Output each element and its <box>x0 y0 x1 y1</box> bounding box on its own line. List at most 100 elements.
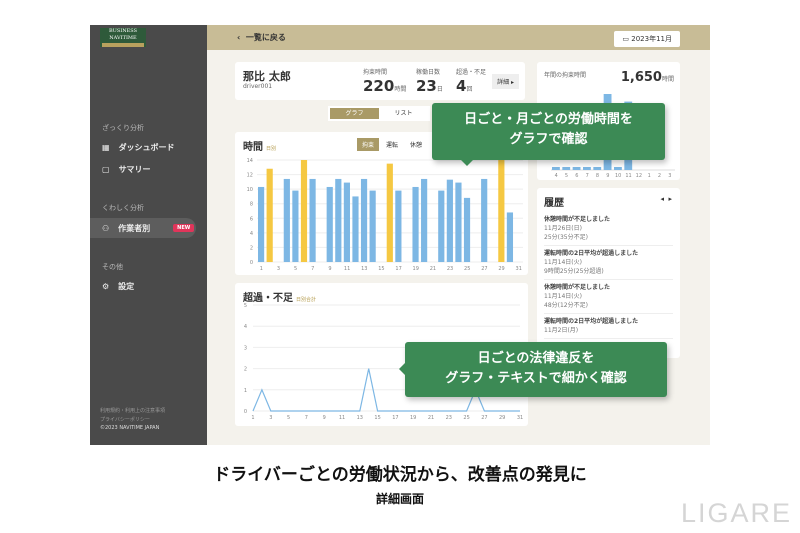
x-tick-label: 13 <box>361 266 367 272</box>
x-tick-label: 17 <box>395 266 401 272</box>
x-tick-label: 12 <box>636 173 642 179</box>
bar-day-22 <box>438 190 445 262</box>
bar-day-24 <box>455 182 462 262</box>
bar-day-12 <box>352 196 359 262</box>
sidebar: BUSINESS NAVITIME ざっくり分析 ▦ ダッシュボード ▢ サマリー … <box>90 25 207 445</box>
bar-day-1 <box>258 186 265 262</box>
y-tick-label: 5 <box>244 303 247 309</box>
x-tick-label: 29 <box>498 266 504 272</box>
y-tick-label: 1 <box>244 388 247 394</box>
bar-month-8 <box>593 167 602 170</box>
stat-value: 220 <box>363 77 395 95</box>
history-title: 履歴 <box>544 198 564 209</box>
x-tick-label: 1 <box>260 266 263 272</box>
bar-day-29 <box>498 160 505 262</box>
date-label: 2023年11月 <box>631 35 672 43</box>
x-tick-label: 27 <box>481 415 487 421</box>
x-tick-label: 5 <box>294 266 297 272</box>
callout-line: グラフ・テキストで細かく確認 <box>445 371 627 386</box>
tab-list[interactable]: リスト <box>379 108 428 119</box>
gear-icon: ⚙ <box>102 281 110 291</box>
bar-day-30 <box>506 212 514 262</box>
bar-day-7 <box>309 178 316 262</box>
bar-month-7 <box>583 167 591 170</box>
section-label: その他 <box>102 263 123 271</box>
tab-graph[interactable]: グラフ <box>330 108 379 119</box>
bar-day-20 <box>421 178 428 262</box>
x-tick-label: 9 <box>328 266 331 272</box>
caption-main: ドライバーごとの労働状況から、改善点の発見に <box>213 465 587 485</box>
bar-day-16 <box>386 163 393 262</box>
next-icon[interactable]: ▸ <box>668 195 672 203</box>
history-pager: ◂ ▸ <box>661 195 672 203</box>
history-item[interactable]: 休憩時間が不足しました 11月26日(日) 25分(35分不足) <box>544 212 673 246</box>
y-tick-label: 2 <box>244 367 247 373</box>
stat-unit: 回 <box>466 86 473 93</box>
back-link[interactable]: ‹ 一覧に戻る <box>237 32 286 43</box>
x-tick-label: 3 <box>277 266 280 272</box>
history-item[interactable]: 休憩時間が不足しました 11月14日(火) 48分(12分不足) <box>544 280 673 314</box>
callout-line: 日ごと・月ごとの労働時間を <box>464 112 633 127</box>
bar-month-4 <box>552 167 560 170</box>
x-tick-label: 19 <box>410 415 416 421</box>
history-item-date: 11月26日(日) <box>544 225 582 232</box>
x-tick-label: 31 <box>516 266 522 272</box>
bar-day-6 <box>300 160 308 262</box>
bar-day-9 <box>326 186 333 262</box>
sidebar-item-summary[interactable]: ▢ サマリー <box>90 159 196 179</box>
driver-name: 那比 太郎 <box>243 70 291 83</box>
history-item-date: 11月14日(火) <box>544 293 582 300</box>
stat-label: 拘束時間 <box>363 69 388 76</box>
x-tick-label: 3 <box>668 173 671 179</box>
bar-day-27 <box>481 178 488 262</box>
bar-day-2 <box>266 168 273 262</box>
stat-0: 拘束時間 220時間 <box>363 67 406 95</box>
x-tick-label: 29 <box>499 415 505 421</box>
x-tick-label: 17 <box>392 415 398 421</box>
history-item[interactable]: 運転時間の2日平均が超過しました 11月14日(火) 9時間25分(25分超過) <box>544 246 673 280</box>
label: 作業者別 <box>118 223 151 233</box>
label: ダッシュボード <box>118 142 175 152</box>
x-tick-label: 3 <box>269 415 272 421</box>
stat-unit: 時間 <box>394 86 407 93</box>
y-tick-label: 0 <box>250 260 253 266</box>
x-tick-label: 21 <box>428 415 434 421</box>
bar-month-5 <box>562 167 571 170</box>
x-tick-label: 25 <box>464 266 470 272</box>
bar-day-13 <box>360 178 368 262</box>
y-tick-label: 4 <box>250 231 253 237</box>
x-tick-label: 13 <box>357 415 363 421</box>
x-tick-label: 7 <box>311 266 314 272</box>
privacy-link[interactable]: プライバシーポリシー <box>100 416 150 423</box>
y-tick-label: 0 <box>244 409 247 415</box>
back-label: 一覧に戻る <box>245 33 286 42</box>
x-tick-label: 8 <box>596 173 599 179</box>
header-bar: ‹ 一覧に戻る ▭ 2023年11月 <box>207 25 710 50</box>
detail-button[interactable]: 詳細 ▸ <box>492 74 519 89</box>
x-tick-label: 5 <box>287 415 290 421</box>
bar-day-25 <box>463 197 471 262</box>
prev-icon[interactable]: ◂ <box>661 195 665 203</box>
stat-label: 超過・不足 <box>456 69 487 76</box>
bar-day-11 <box>343 182 350 262</box>
callout-line: 日ごとの法律違反を <box>477 351 595 366</box>
y-tick-label: 4 <box>244 324 247 330</box>
y-tick-label: 12 <box>247 173 253 179</box>
history-item[interactable]: 運転時間の2日平均が超過しました 11月2日(月) <box>544 314 673 339</box>
sidebar-item-workers[interactable]: ⚇ 作業者別 NEW <box>90 218 196 238</box>
callout-line: グラフで確認 <box>509 132 588 147</box>
x-tick-label: 25 <box>463 415 469 421</box>
logo[interactable]: BUSINESS NAVITIME <box>100 28 146 47</box>
y-tick-label: 6 <box>250 216 253 222</box>
sidebar-item-dashboard[interactable]: ▦ ダッシュボード <box>90 137 196 157</box>
sidebar-item-settings[interactable]: ⚙ 設定 <box>90 276 196 296</box>
x-tick-label: 19 <box>413 266 419 272</box>
month-picker[interactable]: ▭ 2023年11月 <box>614 31 680 47</box>
bar-day-4 <box>283 178 290 262</box>
history-item-detail: 9時間25分(25分超過) <box>544 268 604 275</box>
history-item-detail: 25分(35分不足) <box>544 234 588 241</box>
stat-value: 4 <box>456 77 467 95</box>
terms-link[interactable]: 利用規約・利用上の注意事項 <box>100 407 165 414</box>
x-tick-label: 7 <box>586 173 589 179</box>
y-tick-label: 2 <box>250 245 253 251</box>
